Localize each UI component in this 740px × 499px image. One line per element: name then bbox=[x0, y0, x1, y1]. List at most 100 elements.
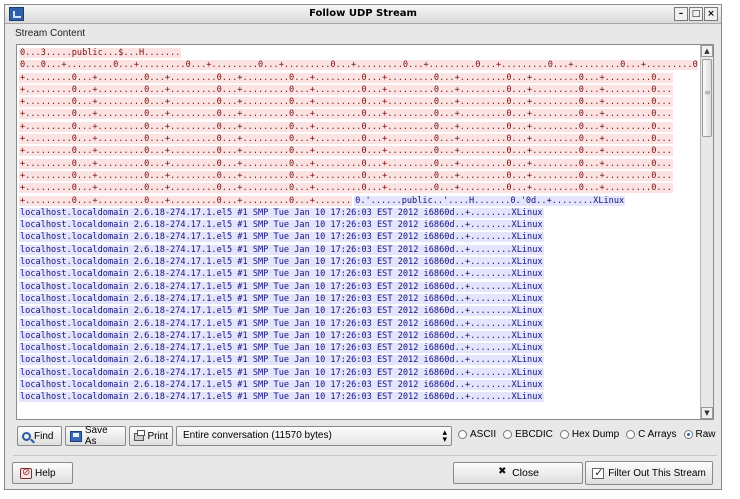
stream-line: localhost.localdomain 2.6.18-274.17.1.el… bbox=[18, 281, 698, 293]
titlebar[interactable]: Follow UDP Stream – □ × bbox=[5, 5, 721, 24]
magnifier-icon bbox=[22, 431, 31, 441]
stream-content-text[interactable]: 0...3.....public...$...H....... 0...0...+… bbox=[18, 47, 698, 419]
client-text: +.........0...+.........0...+.........0.… bbox=[19, 134, 673, 145]
stream-line: +.........0...+.........0...+.........0.… bbox=[18, 133, 698, 145]
stream-line: localhost.localdomain 2.6.18-274.17.1.el… bbox=[18, 367, 698, 379]
printer-icon bbox=[134, 430, 146, 441]
server-text: localhost.localdomain 2.6.18-274.17.1.el… bbox=[19, 220, 544, 231]
server-segment: localhost.localdomain 2.6.18-274.17.1.el… bbox=[18, 257, 545, 268]
server-text: 0.'......public..'....H.......0.'0d..+..… bbox=[354, 195, 626, 206]
server-segment: 0.'......public..'....H.......0.'0d..+..… bbox=[353, 195, 626, 206]
radio-ascii-label: ASCII bbox=[470, 429, 497, 440]
radio-ascii-dot[interactable] bbox=[458, 430, 467, 439]
vertical-scrollbar[interactable]: ▲ ▼ bbox=[700, 45, 713, 419]
stream-line: localhost.localdomain 2.6.18-274.17.1.el… bbox=[18, 219, 698, 231]
format-radio-group: ASCII EBCDIC Hex Dump C Arrays Raw bbox=[458, 429, 716, 440]
client-text: +.........0...+.........0...+.........0.… bbox=[19, 121, 673, 132]
radio-c-arrays[interactable]: C Arrays bbox=[626, 429, 677, 440]
stream-line: localhost.localdomain 2.6.18-274.17.1.el… bbox=[18, 293, 698, 305]
server-text: localhost.localdomain 2.6.18-274.17.1.el… bbox=[19, 367, 544, 378]
radio-c-arrays-dot[interactable] bbox=[626, 430, 636, 439]
stream-line: localhost.localdomain 2.6.18-274.17.1.el… bbox=[18, 256, 698, 268]
client-text: +.........0...+.........0...+.........0.… bbox=[19, 195, 353, 206]
server-text: localhost.localdomain 2.6.18-274.17.1.el… bbox=[19, 355, 544, 366]
client-text: +.........0...+.........0...+.........0.… bbox=[19, 170, 673, 181]
client-segment: +.........0...+.........0...+.........0.… bbox=[18, 170, 674, 181]
close-button[interactable]: Close bbox=[453, 462, 583, 484]
stream-line: +.........0...+.........0...+.........0.… bbox=[18, 108, 698, 120]
scroll-down-arrow-icon[interactable]: ▼ bbox=[701, 407, 713, 419]
server-segment: localhost.localdomain 2.6.18-274.17.1.el… bbox=[18, 343, 545, 354]
scroll-thumb[interactable] bbox=[702, 59, 712, 137]
conversation-select[interactable]: Entire conversation (11570 bytes) ▴ ▾ bbox=[176, 426, 452, 446]
client-segment: +.........0...+.........0...+.........0.… bbox=[18, 109, 674, 120]
server-text: localhost.localdomain 2.6.18-274.17.1.el… bbox=[19, 257, 544, 268]
stream-content-label: Stream Content bbox=[15, 28, 86, 39]
server-segment: localhost.localdomain 2.6.18-274.17.1.el… bbox=[18, 244, 545, 255]
stream-line: localhost.localdomain 2.6.18-274.17.1.el… bbox=[18, 207, 698, 219]
maximize-button[interactable]: □ bbox=[689, 7, 703, 21]
server-segment: localhost.localdomain 2.6.18-274.17.1.el… bbox=[18, 232, 545, 243]
radio-ebcdic[interactable]: EBCDIC bbox=[503, 429, 553, 440]
server-text: localhost.localdomain 2.6.18-274.17.1.el… bbox=[19, 392, 544, 403]
floppy-icon bbox=[70, 430, 82, 442]
client-text: +.........0...+.........0...+.........0.… bbox=[19, 84, 673, 95]
radio-hex-dump-dot[interactable] bbox=[559, 430, 569, 439]
radio-ascii[interactable]: ASCII bbox=[458, 429, 496, 440]
stream-line: localhost.localdomain 2.6.18-274.17.1.el… bbox=[18, 231, 698, 243]
filter-check-icon bbox=[592, 466, 605, 479]
client-text: +.........0...+.........0...+.........0.… bbox=[19, 158, 673, 169]
find-button[interactable]: Find bbox=[17, 426, 62, 446]
server-segment: localhost.localdomain 2.6.18-274.17.1.el… bbox=[18, 380, 545, 391]
stream-line: localhost.localdomain 2.6.18-274.17.1.el… bbox=[18, 342, 698, 354]
stream-line: 0...3.....public...$...H....... bbox=[18, 47, 698, 59]
client-text: +.........0...+.........0...+.........0.… bbox=[19, 109, 673, 120]
server-segment: localhost.localdomain 2.6.18-274.17.1.el… bbox=[18, 281, 545, 292]
radio-raw-dot[interactable] bbox=[683, 430, 693, 439]
window-title: Follow UDP Stream bbox=[309, 8, 417, 19]
print-button[interactable]: Print bbox=[129, 426, 173, 446]
server-text: localhost.localdomain 2.6.18-274.17.1.el… bbox=[19, 281, 544, 292]
help-button[interactable]: Help bbox=[12, 462, 73, 484]
client-text: 0...0...+.........0...+.........0...+...… bbox=[19, 60, 698, 71]
close-window-button[interactable]: × bbox=[704, 7, 718, 21]
filter-out-stream-label: Filter Out This Stream bbox=[608, 467, 706, 479]
save-as-button[interactable]: Save As bbox=[65, 425, 126, 447]
stream-line: +.........0...+.........0...+.........0.… bbox=[18, 170, 698, 182]
close-button-label: Close bbox=[512, 467, 539, 479]
server-text: localhost.localdomain 2.6.18-274.17.1.el… bbox=[19, 380, 544, 391]
client-text: +.........0...+.........0...+.........0.… bbox=[19, 183, 673, 194]
server-segment: localhost.localdomain 2.6.18-274.17.1.el… bbox=[18, 318, 545, 329]
stream-line: +.........0...+.........0...+.........0.… bbox=[18, 158, 698, 170]
print-button-label: Print bbox=[147, 430, 168, 442]
stream-line: localhost.localdomain 2.6.18-274.17.1.el… bbox=[18, 354, 698, 366]
radio-ebcdic-dot[interactable] bbox=[503, 430, 513, 439]
close-x-icon bbox=[497, 466, 509, 479]
client-segment: 0...0...+.........0...+.........0...+...… bbox=[18, 60, 698, 71]
server-text: localhost.localdomain 2.6.18-274.17.1.el… bbox=[19, 293, 544, 304]
stream-line: +.........0...+.........0...+.........0.… bbox=[18, 195, 698, 207]
client-segment: 0...3.....public...$...H....... bbox=[18, 48, 182, 58]
server-text: localhost.localdomain 2.6.18-274.17.1.el… bbox=[19, 306, 544, 317]
stream-line: localhost.localdomain 2.6.18-274.17.1.el… bbox=[18, 244, 698, 256]
stream-toolbar: Find Save As Print Entire conversation (… bbox=[17, 425, 717, 448]
stream-line: localhost.localdomain 2.6.18-274.17.1.el… bbox=[18, 305, 698, 317]
radio-raw[interactable]: Raw bbox=[683, 429, 716, 440]
minimize-button[interactable]: – bbox=[674, 7, 688, 21]
client-segment: +.........0...+.........0...+.........0.… bbox=[18, 195, 353, 206]
server-text: localhost.localdomain 2.6.18-274.17.1.el… bbox=[19, 232, 544, 243]
stream-line: +.........0...+.........0...+.........0.… bbox=[18, 121, 698, 133]
stream-line: +.........0...+.........0...+.........0.… bbox=[18, 145, 698, 157]
client-text: +.........0...+.........0...+.........0.… bbox=[19, 97, 673, 108]
radio-hex-dump[interactable]: Hex Dump bbox=[559, 429, 619, 440]
server-text: localhost.localdomain 2.6.18-274.17.1.el… bbox=[19, 269, 544, 280]
stream-line: localhost.localdomain 2.6.18-274.17.1.el… bbox=[18, 379, 698, 391]
client-text: 0...3.....public...$...H....... bbox=[19, 48, 182, 58]
server-segment: localhost.localdomain 2.6.18-274.17.1.el… bbox=[18, 293, 545, 304]
filter-out-stream-button[interactable]: Filter Out This Stream bbox=[585, 461, 713, 485]
server-text: localhost.localdomain 2.6.18-274.17.1.el… bbox=[19, 343, 544, 354]
help-icon bbox=[20, 467, 32, 479]
scroll-up-arrow-icon[interactable]: ▲ bbox=[701, 45, 713, 57]
window-controls: – □ × bbox=[674, 7, 718, 21]
follow-udp-stream-window: Follow UDP Stream – □ × Stream Content 0… bbox=[4, 4, 722, 490]
